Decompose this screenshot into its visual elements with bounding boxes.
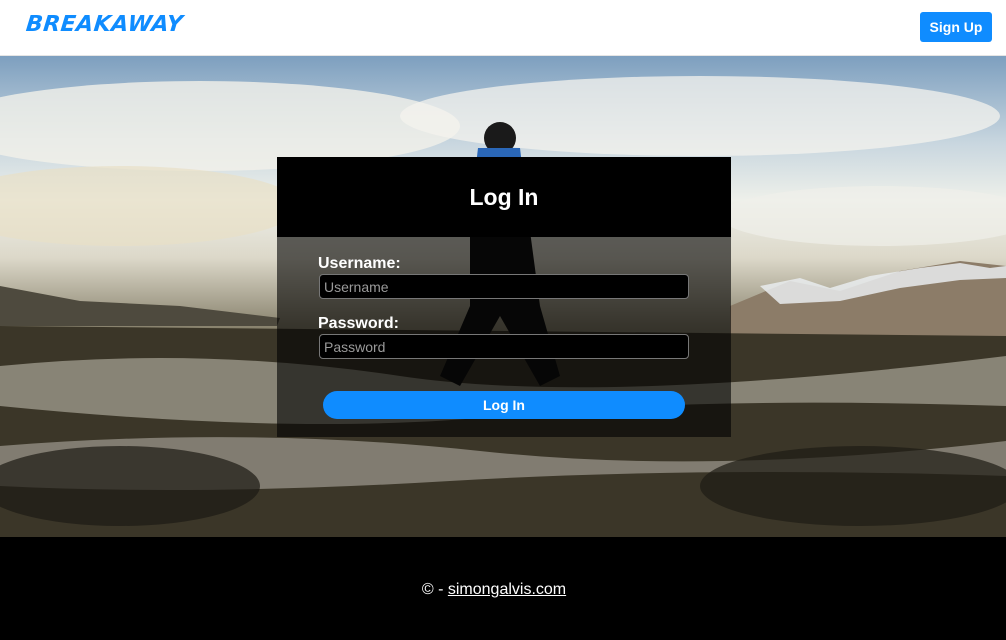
footer-site-link[interactable]: simongalvis.com — [448, 581, 566, 598]
login-card: Log In Username: Password: Log In — [277, 157, 731, 437]
login-title: Log In — [469, 184, 539, 210]
username-input[interactable] — [319, 274, 689, 299]
username-label: Username: — [318, 255, 401, 272]
password-label: Password: — [318, 315, 399, 332]
log-in-button[interactable]: Log In — [323, 391, 685, 419]
footer-copyright: © - simongalvis.com — [0, 581, 988, 599]
copyright-prefix: © - — [421, 581, 448, 598]
footer: © - simongalvis.com — [0, 537, 1006, 640]
login-card-header: Log In — [277, 157, 731, 237]
password-input[interactable] — [319, 334, 689, 359]
brand-logo[interactable]: BREAKAWAY — [25, 12, 185, 37]
top-navbar: BREAKAWAY Sign Up — [0, 0, 1006, 56]
sign-up-button[interactable]: Sign Up — [920, 12, 992, 42]
login-form: Username: Password: Log In — [277, 237, 731, 437]
